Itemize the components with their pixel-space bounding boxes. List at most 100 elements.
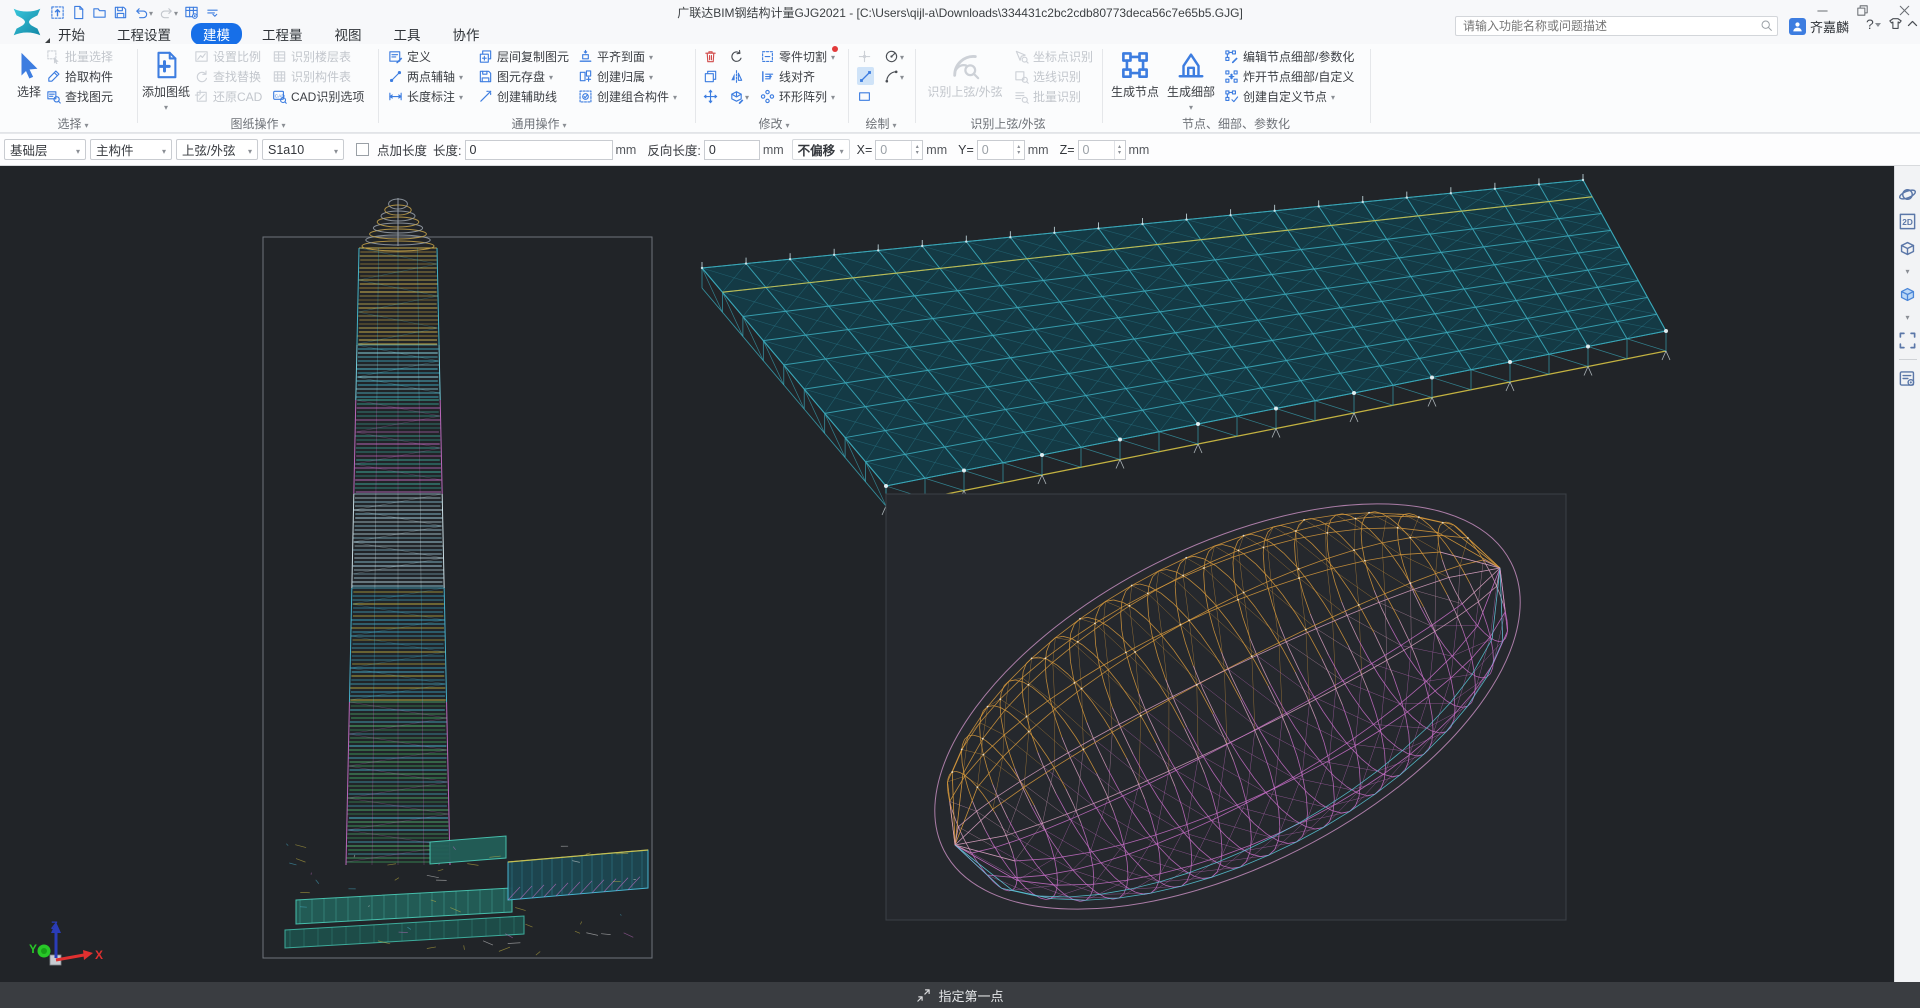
shaded-dropdown-icon[interactable] xyxy=(1905,307,1909,325)
pick-member-button[interactable]: 拾取构件 xyxy=(46,67,113,85)
move-button[interactable] xyxy=(703,87,718,105)
select-tool-button[interactable]: 选择 xyxy=(12,47,46,99)
line-align-button[interactable]: 线对齐 xyxy=(760,67,835,85)
generate-node-button[interactable]: 生成节点 xyxy=(1108,47,1162,99)
create-belonging-button[interactable]: 创建归属 xyxy=(578,67,677,85)
tab-quantity[interactable]: 工程量 xyxy=(250,23,315,45)
redo-button[interactable] xyxy=(157,3,180,21)
recognize-floor-table-button[interactable]: 识别楼层表 xyxy=(272,47,364,65)
member-type-select[interactable]: 主构件 xyxy=(90,139,172,160)
function-search xyxy=(1455,16,1778,36)
model-canvas[interactable]: ZXY xyxy=(0,166,1920,982)
reverse-length-input[interactable] xyxy=(705,141,759,159)
find-replace-button[interactable]: 查找替换 xyxy=(194,67,262,85)
new-file-button[interactable] xyxy=(69,3,88,21)
cube-dropdown-icon[interactable] xyxy=(1905,261,1909,279)
set-scale-button[interactable]: 设置比例 xyxy=(194,47,262,65)
floor-select[interactable]: 基础层 xyxy=(4,139,86,160)
theme-skin-button[interactable] xyxy=(1888,16,1904,32)
y-input[interactable] xyxy=(978,141,1013,159)
save-element-button[interactable]: 图元存盘 xyxy=(478,67,569,85)
tab-project-settings[interactable]: 工程设置 xyxy=(105,23,183,45)
table-view-button[interactable] xyxy=(182,3,201,21)
offset-mode-select[interactable]: 不偏移 xyxy=(792,139,850,160)
two-point-axis-button[interactable]: 两点辅轴 xyxy=(388,67,463,85)
z-input[interactable] xyxy=(1079,141,1114,159)
x-spinner[interactable] xyxy=(911,141,922,159)
rotate-button[interactable] xyxy=(729,47,749,65)
create-custom-node-button[interactable]: 创建自定义节点 xyxy=(1224,87,1354,105)
tab-start[interactable]: 开始 xyxy=(46,23,97,45)
delete-button[interactable] xyxy=(703,47,718,65)
open-file-button[interactable] xyxy=(90,3,109,21)
mirror-button[interactable] xyxy=(729,67,749,85)
chord-type-select[interactable]: 上弦/外弦 xyxy=(176,139,258,160)
model-tower-wireframe[interactable] xyxy=(263,198,652,958)
model-roof-truss-wireframe[interactable] xyxy=(701,174,1670,515)
generate-detail-dropdown-icon xyxy=(1189,99,1193,113)
orbit-view-button[interactable] xyxy=(1897,182,1919,206)
group-label-draw[interactable]: 绘制 xyxy=(865,115,896,132)
batch-select-button[interactable]: 批量选择 xyxy=(46,47,113,65)
undo-button[interactable] xyxy=(132,3,155,21)
define-button[interactable]: 定义 xyxy=(388,47,463,65)
user-account[interactable]: 齐嘉麟 xyxy=(1789,17,1849,36)
group-label-sheet[interactable]: 图纸操作 xyxy=(230,115,285,132)
recognize-member-table-button[interactable]: 识别构件表 xyxy=(272,67,364,85)
length-dimension-button[interactable]: 长度标注 xyxy=(388,87,463,105)
collapse-ribbon-button[interactable] xyxy=(1906,17,1919,30)
find-element-button[interactable]: 查找图元 xyxy=(46,87,113,105)
draw-point-button[interactable] xyxy=(857,47,874,65)
help-button[interactable]: ? xyxy=(1866,16,1881,32)
3d-wireframe-view-button[interactable] xyxy=(1897,236,1919,260)
explode-node-detail-button[interactable]: 炸开节点细部/自定义 xyxy=(1224,67,1354,85)
z-spinner[interactable] xyxy=(1114,141,1125,159)
tab-view[interactable]: 视图 xyxy=(323,23,374,45)
group-label-select[interactable]: 选择 xyxy=(57,115,88,132)
select-line-recognize-button[interactable]: 选线识别 xyxy=(1014,67,1093,85)
group-label-modify[interactable]: 修改 xyxy=(758,115,789,132)
recognize-chord-button[interactable]: 识别上弦/外弦 xyxy=(920,47,1010,99)
restore-cad-button[interactable]: 还原CAD xyxy=(194,87,262,105)
tab-modeling[interactable]: 建模 xyxy=(191,23,242,45)
create-combined-member-button[interactable]: 创建组合构件 xyxy=(578,87,677,105)
customize-quick-access-button[interactable] xyxy=(203,3,222,21)
app-logo[interactable] xyxy=(8,3,46,41)
edit-node-detail-button[interactable]: 编辑节点细部/参数化 xyxy=(1224,47,1354,65)
create-aux-line-button[interactable]: 创建辅助线 xyxy=(478,87,569,105)
group-label-common[interactable]: 通用操作 xyxy=(511,115,566,132)
add-length-checkbox[interactable] xyxy=(356,143,369,156)
copy-between-floors-button[interactable]: 层间复制图元 xyxy=(478,47,569,65)
publish-button[interactable] xyxy=(48,3,67,21)
circular-array-button[interactable]: 环形阵列 xyxy=(760,87,835,105)
minimize-button[interactable] xyxy=(1812,2,1832,18)
batch-recognize-button[interactable]: 批量识别 xyxy=(1014,87,1093,105)
add-drawing-label: 添加图纸 xyxy=(142,85,190,99)
coordinate-point-recognize-button[interactable]: 坐标点识别 xyxy=(1014,47,1093,65)
draw-line-button[interactable] xyxy=(857,67,874,85)
cad-recognize-options-button[interactable]: CADCAD识别选项 xyxy=(272,87,364,105)
model-viewport[interactable]: ZXY xyxy=(0,166,1920,982)
part-cut-button[interactable]: 零件切割 xyxy=(760,47,835,65)
search-input[interactable] xyxy=(1455,16,1778,36)
display-settings-button[interactable] xyxy=(1897,366,1919,390)
generate-detail-button[interactable]: 生成细部 xyxy=(1164,47,1218,113)
section-select[interactable]: S1a10 xyxy=(262,139,344,160)
draw-arc-button[interactable] xyxy=(884,67,904,85)
save-button[interactable] xyxy=(111,3,130,21)
tab-collaborate[interactable]: 协作 xyxy=(441,23,492,45)
stretch-button[interactable] xyxy=(729,87,749,105)
3d-shaded-view-button[interactable] xyxy=(1897,282,1919,306)
model-dome-wireframe[interactable] xyxy=(872,420,1584,982)
align-to-face-button[interactable]: 平齐到面 xyxy=(578,47,677,65)
copy-button[interactable] xyxy=(703,67,718,85)
2d-view-button[interactable]: 2D xyxy=(1897,209,1919,233)
length-input[interactable] xyxy=(466,141,612,159)
y-spinner[interactable] xyxy=(1013,141,1024,159)
draw-rectangle-button[interactable] xyxy=(857,87,874,105)
add-drawing-button[interactable]: 添加图纸 xyxy=(140,47,192,113)
tab-tools[interactable]: 工具 xyxy=(382,23,433,45)
x-input[interactable] xyxy=(876,141,911,159)
draw-circle-button[interactable] xyxy=(884,47,904,65)
zoom-extents-button[interactable] xyxy=(1897,328,1919,352)
